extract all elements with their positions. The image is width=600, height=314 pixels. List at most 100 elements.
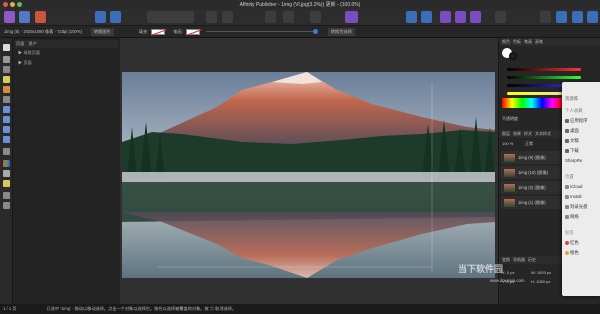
ungroup-icon[interactable] xyxy=(572,11,583,23)
export-icon[interactable] xyxy=(587,11,598,23)
assistant-icon[interactable] xyxy=(345,11,358,23)
green-slider[interactable] xyxy=(507,76,581,79)
tab-history[interactable]: 历史 xyxy=(528,257,536,263)
move-tool-icon[interactable] xyxy=(3,44,10,51)
convert-selection-button[interactable]: 转换为选择 xyxy=(327,27,355,36)
x-field[interactable]: X: 0 px xyxy=(502,270,514,275)
popup-item-install[interactable]: Install xyxy=(565,194,581,199)
zoom-tool-icon[interactable] xyxy=(3,202,10,209)
node-tool-icon[interactable] xyxy=(3,56,10,63)
blend-mode-select[interactable]: 正常 xyxy=(525,141,533,147)
close-window-icon[interactable] xyxy=(3,2,8,7)
desktop-icon xyxy=(565,128,569,133)
tab-pages[interactable]: 页面 xyxy=(16,41,24,47)
rectangle-tool-icon[interactable] xyxy=(3,106,10,113)
popup-section-locations: 位置 xyxy=(565,174,574,179)
context-toolbar: 1img (8) · 1920x1080 像素 · 72dpi (100%) 转… xyxy=(0,26,600,38)
preview-modes-group[interactable] xyxy=(147,11,194,23)
color-picker-tool-icon[interactable] xyxy=(3,180,10,187)
tab-text-styles[interactable]: 文本样式 xyxy=(535,131,551,137)
insert-text-icon[interactable] xyxy=(283,11,294,23)
red-slider[interactable] xyxy=(507,68,581,71)
tab-styles[interactable]: 样式 xyxy=(524,131,532,137)
flip-horizontal-icon[interactable] xyxy=(406,11,417,23)
document-photo[interactable] xyxy=(122,72,495,278)
master-pages-row[interactable]: ▶ 母版页面 xyxy=(14,48,118,58)
group-icon[interactable] xyxy=(556,11,567,23)
flip-vertical-icon[interactable] xyxy=(421,11,432,23)
layer-item[interactable]: 1img (9) (图像) xyxy=(501,151,563,164)
popup-item-red-tag[interactable]: 红色 xyxy=(565,240,579,246)
popup-item-icloud[interactable]: iCloud xyxy=(565,184,582,189)
boolean-subtract-icon[interactable] xyxy=(455,11,466,23)
status-message: 已选中 '1img' · 拖动以移动选择。点击一个对象以选择它。按住以选择被覆盖… xyxy=(46,306,237,311)
popup-section-tags: 标签 xyxy=(565,230,574,235)
stroke-swatch[interactable] xyxy=(185,28,200,35)
tab-assets[interactable]: 资产 xyxy=(28,41,36,47)
stroke-color-well[interactable] xyxy=(509,52,517,60)
align-icon[interactable] xyxy=(222,11,233,23)
minimize-window-icon[interactable] xyxy=(10,2,15,7)
layer-opacity[interactable]: 100 % xyxy=(502,141,513,146)
popup-item-documents[interactable]: 文稿 xyxy=(565,138,579,144)
popup-item-desktop[interactable]: 桌面 xyxy=(565,128,579,134)
settings-icon[interactable] xyxy=(110,11,121,23)
shape-tool-icon[interactable] xyxy=(3,126,10,133)
tab-color[interactable]: 颜色 xyxy=(502,39,510,45)
pencil-tool-icon[interactable] xyxy=(3,86,10,93)
rotate-left-icon[interactable] xyxy=(495,11,506,23)
zoom-window-icon[interactable] xyxy=(17,2,22,7)
popup-item-library[interactable]: 资源库 xyxy=(565,96,578,102)
fill-label: 填充: xyxy=(138,28,149,34)
tab-effects[interactable]: 效果 xyxy=(513,131,521,137)
arrange-icon[interactable] xyxy=(206,11,217,23)
tab-navigator[interactable]: 导航器 xyxy=(513,257,525,263)
layer-order-icon[interactable] xyxy=(540,11,551,23)
boolean-intersect-icon[interactable] xyxy=(470,11,481,23)
layer-item[interactable]: 1img (2) (图像) xyxy=(501,181,563,194)
table-tool-icon[interactable] xyxy=(3,136,10,143)
pen-tool-icon[interactable] xyxy=(3,76,10,83)
boolean-add-icon[interactable] xyxy=(440,11,451,23)
h-field[interactable]: H: 1080 px xyxy=(531,279,550,284)
layer-item[interactable]: 1img (1) (图像) xyxy=(501,196,563,209)
popup-item-network[interactable]: 网络 xyxy=(565,214,579,220)
tab-transform[interactable]: 变换 xyxy=(502,257,510,263)
tab-brushes[interactable]: 画笔 xyxy=(535,39,543,45)
mountain-lake-image xyxy=(122,72,495,278)
fill-swatch[interactable] xyxy=(151,28,166,35)
rectangle-frame-tool-icon[interactable] xyxy=(3,96,10,103)
transparency-tool-icon[interactable] xyxy=(3,170,10,177)
color-spectrum[interactable] xyxy=(502,98,562,108)
popup-item-orange-tag[interactable]: 橙色 xyxy=(565,250,579,256)
tab-layers[interactable]: 图层 xyxy=(502,131,510,137)
persona-photo-icon[interactable] xyxy=(19,11,30,23)
snapping-icon[interactable] xyxy=(310,11,321,23)
popup-item-applications[interactable]: 应用程序 xyxy=(565,118,588,124)
persona-designer-icon[interactable] xyxy=(35,11,46,23)
pages-row[interactable]: ▶ 页面 xyxy=(14,58,118,68)
layer-item[interactable]: 1img (10) (图像) xyxy=(501,166,563,179)
tab-stroke[interactable]: 笔画 xyxy=(524,39,532,45)
fill-tool-icon[interactable] xyxy=(3,160,10,167)
ellipse-tool-icon[interactable] xyxy=(3,116,10,123)
opacity-slider[interactable] xyxy=(205,29,318,34)
popup-item-sharpre[interactable]: SharpRe xyxy=(565,158,582,163)
insert-frame-icon[interactable] xyxy=(265,11,276,23)
finder-sidebar-popup: 资源库 个人收藏 应用程序 桌面 文稿 下载 SharpRe 位置 iCloud… xyxy=(562,82,600,296)
tab-swatches[interactable]: 色板 xyxy=(513,39,521,45)
view-mode-icon[interactable] xyxy=(95,11,106,23)
popup-item-downloads[interactable]: 下载 xyxy=(565,148,579,154)
transform-panel-tabs: 变换 导航器 历史 xyxy=(499,256,563,264)
window-title: Affinity Publisher - 1img (VI.jpg(3.2%))… xyxy=(239,2,361,8)
page-indicator[interactable]: 1 / 1 页 xyxy=(3,306,17,312)
replace-image-button[interactable]: 转换图片 xyxy=(90,27,114,36)
hand-tool-icon[interactable] xyxy=(3,192,10,199)
w-field[interactable]: W: 1920 px xyxy=(531,270,551,275)
persona-publisher-icon[interactable] xyxy=(4,11,15,23)
popup-item-burn[interactable]: 刻录光盘 xyxy=(565,204,588,210)
red-tag-icon xyxy=(565,240,569,245)
frame-text-tool-icon[interactable] xyxy=(3,66,10,73)
place-image-tool-icon[interactable] xyxy=(3,148,10,155)
slider-knob[interactable] xyxy=(312,29,318,34)
